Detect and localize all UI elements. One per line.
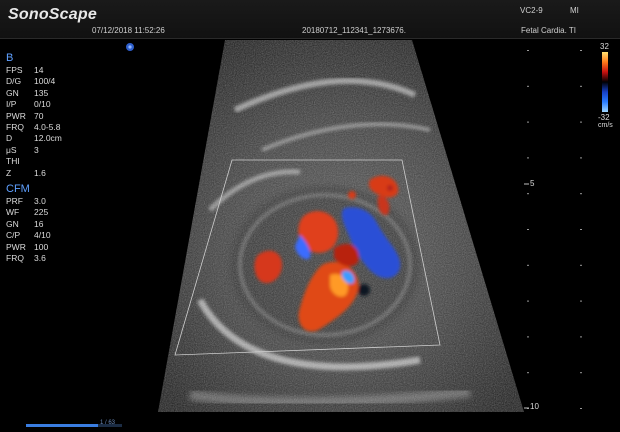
depth-tick: [580, 372, 582, 374]
depth-tick: [527, 85, 529, 87]
cfm-param-row: PRF 3.0: [6, 196, 62, 207]
cfm-param-value: 100: [34, 241, 49, 252]
depth-tick: [580, 264, 582, 266]
b-param-key: FRQ: [6, 122, 24, 133]
b-param-value: 135: [34, 87, 49, 98]
depth-tick: [527, 157, 529, 159]
b-param-row: μS 3: [6, 145, 62, 156]
b-param-row: GN 135: [6, 88, 62, 99]
cfm-param-key: C/P: [6, 230, 21, 241]
depth-tick: [580, 408, 582, 409]
cfm-param-row: GN 16: [6, 219, 62, 230]
color-scale-bar: [602, 52, 608, 112]
cfm-param-key: FRQ: [6, 253, 24, 264]
cfm-param-key: PWR: [6, 241, 26, 252]
depth-tick: [580, 336, 582, 338]
cine-position-label: 1 / 63: [100, 420, 116, 426]
depth-tick: [527, 300, 529, 302]
cfm-param-key: GN: [6, 218, 19, 229]
depth-tick: [527, 264, 529, 266]
b-param-value: 4.0-5.8: [34, 122, 61, 133]
b-param-key: D: [6, 133, 13, 144]
depth-tick: [527, 229, 529, 230]
b-param-key: I/P: [6, 99, 17, 110]
depth-tick: [580, 193, 582, 195]
ultrasound-screen: SonoScape 07/12/2018 11:52:26 20180712_1…: [0, 0, 620, 432]
cfm-param-value: 16: [34, 218, 44, 229]
right-tick-lines: [524, 183, 529, 409]
b-param-row: THI: [6, 156, 62, 167]
b-param-row: D 12.0cm: [6, 133, 62, 144]
b-param-value: 0/10: [34, 99, 51, 110]
cfm-param-row: C/P 4/10: [6, 230, 62, 241]
b-param-key: Z: [6, 167, 12, 178]
parameter-panel: B FPS 14 D/G 100/4 GN 135 I/P 0/10 PWR 70 FRQ 4.0-5…: [6, 50, 62, 265]
b-param-row: PWR 70: [6, 111, 62, 122]
color-scale-max: 32: [600, 42, 609, 51]
cfm-param-key: PRF: [6, 196, 23, 207]
depth-tick: [527, 336, 529, 338]
b-param-key: μS: [6, 144, 17, 155]
ultrasound-image: [126, 40, 582, 412]
b-param-value: 70: [34, 110, 44, 121]
cfm-param-row: WF 225: [6, 207, 62, 218]
depth-tick: [580, 85, 582, 87]
depth-tick: [527, 50, 529, 51]
b-param-value: 12.0cm: [34, 133, 62, 144]
depth-ticks: [527, 50, 582, 409]
b-param-key: PWR: [6, 110, 26, 121]
b-param-value: 14: [34, 65, 44, 75]
b-mode-title: B: [6, 52, 14, 64]
b-param-value: 3: [34, 144, 39, 155]
depth-tick: [580, 121, 582, 123]
b-param-key: THI: [6, 156, 20, 167]
cfm-param-value: 3.6: [34, 253, 46, 264]
cfm-param-row: PWR 100: [6, 242, 62, 253]
depth-label-10: 10: [530, 402, 539, 411]
cine-progress-fill: [26, 424, 98, 427]
b-param-row: FPS 14: [6, 65, 62, 76]
depth-tick: [527, 372, 529, 374]
b-param-key: FPS: [6, 65, 23, 75]
color-scale-min: -32: [598, 113, 610, 122]
color-scale-unit: cm/s: [598, 122, 613, 129]
b-param-key: D/G: [6, 76, 22, 87]
cfm-param-key: WF: [6, 207, 20, 218]
depth-tick: [580, 157, 582, 159]
b-param-key: GN: [6, 87, 19, 98]
b-param-row: FRQ 4.0-5.8: [6, 122, 62, 133]
depth-tick: [580, 50, 582, 51]
cfm-param-value: 225: [34, 207, 49, 218]
b-param-row: Z 1.6: [6, 168, 62, 179]
depth-tick: [527, 121, 529, 123]
depth-label-5: 5: [530, 179, 535, 188]
depth-tick: [580, 300, 582, 302]
cfm-mode-title: CFM: [6, 183, 30, 196]
b-param-value: 100/4: [34, 76, 56, 87]
depth-tick: [527, 193, 529, 195]
cfm-param-value: 3.0: [34, 196, 46, 207]
b-param-row: D/G 100/4: [6, 76, 62, 87]
b-param-row: I/P 0/10: [6, 99, 62, 110]
depth-tick: [580, 229, 582, 230]
cfm-param-row: FRQ 3.6: [6, 253, 62, 264]
b-param-value: 1.6: [34, 167, 46, 178]
cfm-param-value: 4/10: [34, 230, 51, 241]
